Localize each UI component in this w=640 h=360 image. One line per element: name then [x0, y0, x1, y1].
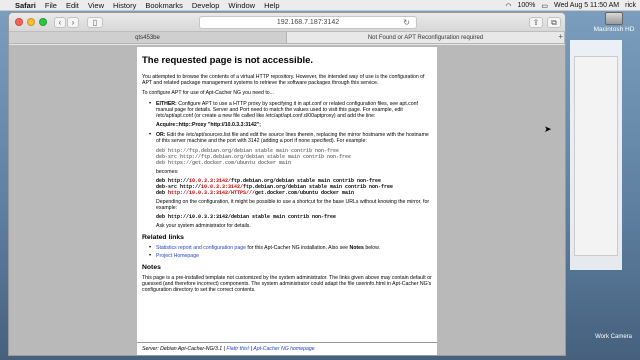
user-name[interactable]: rick [625, 2, 636, 9]
either-text: Configure APT to use a HTTP proxy by spe… [156, 100, 418, 120]
new-tab-icon[interactable]: + [558, 33, 563, 41]
chevron-right-icon: › [71, 17, 75, 27]
address-text: 192.168.7.187:3142 [276, 19, 340, 26]
clock[interactable]: Wed Aug 5 11:50 AM [554, 2, 619, 9]
dest-suffix: get.docker.com/ubuntu docker main [255, 189, 355, 196]
menu-bookmarks[interactable]: Bookmarks [145, 1, 183, 10]
sidebar-icon: ▯ [92, 17, 98, 27]
tab-qts453be[interactable]: qts453be [9, 32, 287, 43]
menu-help[interactable]: Help [264, 1, 279, 10]
menu-window[interactable]: Window [228, 1, 255, 10]
web-viewport: The requested page is not accessible. Yo… [9, 45, 565, 355]
menu-history[interactable]: History [113, 1, 136, 10]
battery-icon[interactable]: ▭ [541, 2, 548, 10]
tabs-icon: ⧉ [551, 17, 557, 27]
dest-example: deb http://10.0.3.3:3142/ftp.debian.org/… [156, 178, 432, 196]
footer-separator: | [250, 346, 253, 352]
background-window-content [574, 56, 618, 256]
or-text: Edit the /etc/apt/sources.list file and … [156, 132, 429, 145]
source-example: deb http://ftp.debian.org/debian stable … [156, 148, 432, 166]
related-links-heading: Related links [142, 234, 184, 242]
flattr-link[interactable]: Flattr this! [226, 346, 249, 352]
proxy-line: Acquire::http::Proxy "http://10.0.3.3:31… [156, 122, 261, 129]
shortcut-text: Depending on the configuration, it might… [156, 198, 430, 212]
show-tabs-button[interactable]: ⧉ [547, 17, 561, 28]
page-footer: Server: Debian Apt-Cacher-NG/3.1 | Flatt… [137, 342, 437, 355]
mac-menubar: Safari File Edit View History Bookmarks … [0, 0, 640, 11]
forward-button[interactable]: › [67, 17, 79, 28]
share-icon: ⇪ [532, 17, 540, 27]
notes-ref: Notes [349, 245, 364, 252]
zoom-window-button[interactable] [39, 18, 47, 26]
project-homepage-link[interactable]: Project Homepage [156, 253, 199, 259]
notes-paragraph: This page is a pre-installed template no… [142, 274, 432, 294]
address-bar[interactable]: 192.168.7.187:3142 ↻ [199, 16, 417, 29]
related-link-item: Statistics report and configuration page… [149, 245, 432, 252]
safari-window: ‹ › ▯ 192.168.7.187:3142 ↻ ⇪ ⧉ qts453be … [8, 12, 566, 356]
reload-icon[interactable]: ↻ [403, 18, 410, 27]
intro-paragraph: You attempted to browse the contents of … [142, 74, 425, 87]
chevron-left-icon: ‹ [58, 17, 62, 27]
dest-host: http://10.0.3.3:3142/HTTPS/// [168, 189, 256, 196]
page-title: The requested page is not accessible. [142, 55, 314, 66]
dest-prefix: deb [156, 189, 169, 196]
server-info: Server: Debian Apt-Cacher-NG/3.1 [142, 346, 223, 352]
menubar-status-area: ◠ 100% ▭ Wed Aug 5 11:50 AM rick [505, 0, 636, 11]
dest-line: deb http://10.0.3.3:3142/HTTPS///get.doc… [156, 190, 432, 196]
stats-report-link[interactable]: Statistics report and configuration page [156, 245, 246, 251]
shortcut-code: deb http://10.0.3.3:3142/debian stable m… [156, 214, 337, 221]
mouse-cursor-icon: ➤ [544, 124, 552, 134]
desktop-icon-macintosh-hd[interactable]: Macintosh HD [590, 12, 638, 33]
related-links-list: Statistics report and configuration page… [149, 245, 432, 259]
desktop-icon-label: Macintosh HD [593, 26, 635, 33]
background-window [570, 40, 622, 270]
menu-view[interactable]: View [88, 1, 104, 10]
or-label: OR: [156, 132, 166, 139]
menu-develop[interactable]: Develop [192, 1, 220, 10]
window-controls [15, 18, 47, 26]
menu-app-name[interactable]: Safari [15, 1, 36, 10]
ask-admin-text: Ask your system administrator for detail… [156, 223, 251, 230]
footer-separator: | [223, 346, 225, 352]
minimize-window-button[interactable] [27, 18, 35, 26]
becomes-label: becomes: [156, 168, 179, 175]
battery-percent[interactable]: 100% [517, 2, 535, 9]
tab-bar: qts453be Not Found or APT Reconfiguratio… [9, 32, 565, 44]
hard-drive-icon [605, 12, 623, 25]
wifi-icon[interactable]: ◠ [505, 2, 511, 10]
option-either: EITHER: Configure APT to use a HTTP prox… [149, 100, 432, 129]
apt-cacher-homepage-link[interactable]: Apt-Cacher NG homepage [253, 346, 314, 352]
apt-cacher-page: The requested page is not accessible. Yo… [137, 47, 437, 355]
close-window-button[interactable] [15, 18, 23, 26]
options-list: EITHER: Configure APT to use a HTTP prox… [149, 100, 432, 230]
menu-edit[interactable]: Edit [66, 1, 79, 10]
related-link-item: Project Homepage [149, 253, 432, 259]
desktop-label: Work Camera [595, 334, 632, 340]
configure-paragraph: To configure APT for use of Apt-Cacher N… [142, 90, 274, 97]
source-line: deb https://get.docker.com/ubuntu docker… [156, 159, 292, 166]
back-button[interactable]: ‹ [54, 17, 66, 28]
menu-file[interactable]: File [45, 1, 57, 10]
share-button[interactable]: ⇪ [529, 17, 543, 28]
related-text: for this Apt-Cacher NG installation. Als… [245, 245, 350, 252]
sidebar-toggle-button[interactable]: ▯ [87, 17, 103, 28]
tab-apt-cacher[interactable]: Not Found or APT Reconfiguration require… [287, 32, 565, 43]
safari-toolbar: ‹ › ▯ 192.168.7.187:3142 ↻ ⇪ ⧉ [9, 13, 565, 32]
option-or: OR: Edit the /etc/apt/sources.list file … [149, 132, 432, 230]
related-text-end: below. [363, 245, 381, 252]
notes-heading: Notes [142, 263, 161, 271]
either-label: EITHER: [156, 100, 177, 107]
